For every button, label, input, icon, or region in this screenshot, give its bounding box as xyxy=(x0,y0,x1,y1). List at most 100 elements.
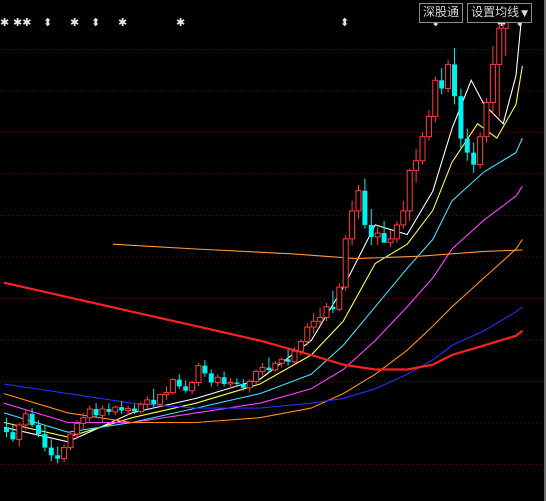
event-star-icon[interactable]: ✱ xyxy=(0,17,9,28)
candle xyxy=(183,380,189,393)
candle-body xyxy=(483,101,490,138)
kline-chart[interactable] xyxy=(0,0,546,501)
candle-body xyxy=(246,381,253,389)
candle xyxy=(477,132,484,169)
candle xyxy=(16,422,23,447)
candle-body xyxy=(29,413,35,425)
candle xyxy=(368,208,374,246)
candle-body xyxy=(16,424,23,440)
candle-body xyxy=(425,115,432,138)
candle-body xyxy=(80,417,87,424)
candle xyxy=(119,400,125,414)
candle xyxy=(163,386,170,400)
candle-body xyxy=(73,422,80,435)
candle-body xyxy=(452,64,457,97)
ma5-line xyxy=(3,7,523,443)
candle xyxy=(355,184,362,219)
candle xyxy=(349,200,356,246)
candle-body xyxy=(253,370,260,383)
candle-body xyxy=(259,367,266,372)
candle-body xyxy=(406,169,413,212)
candle xyxy=(55,446,61,464)
candle xyxy=(93,403,99,418)
shenzhen-connect-button[interactable]: 深股通 xyxy=(419,3,464,23)
candle-body xyxy=(176,379,182,387)
candle-body xyxy=(99,408,106,416)
candle-body xyxy=(4,427,9,433)
event-arrow-icon[interactable]: ⬍ xyxy=(43,17,52,28)
set-moving-average-button[interactable]: 设置均线 ▼ xyxy=(467,3,532,23)
candle xyxy=(266,357,272,372)
candle-body xyxy=(349,210,356,240)
candle-body xyxy=(400,210,407,226)
candle-body xyxy=(413,160,420,171)
candle-body xyxy=(183,386,189,391)
candle xyxy=(202,359,208,377)
candle xyxy=(246,379,253,393)
candle-body xyxy=(189,382,196,392)
candle-body xyxy=(432,79,439,117)
candle xyxy=(310,313,317,334)
candle-body xyxy=(214,376,221,384)
event-arrow-icon[interactable]: ⬍ xyxy=(340,17,349,28)
candle-body xyxy=(278,358,285,364)
candle-body xyxy=(368,224,374,237)
candle xyxy=(137,402,144,414)
candle xyxy=(10,424,16,442)
candle xyxy=(42,424,48,452)
candle-body xyxy=(496,27,503,65)
candle-body xyxy=(310,320,317,328)
candle-body xyxy=(151,399,157,405)
candle xyxy=(483,98,490,143)
candle-body xyxy=(144,399,151,405)
candle xyxy=(432,76,439,123)
candle-body xyxy=(227,382,234,385)
event-star-icon[interactable]: ✱ xyxy=(118,17,127,28)
candle xyxy=(106,403,112,416)
chevron-down-icon[interactable]: ▼ xyxy=(521,9,528,19)
candle-body xyxy=(381,233,387,243)
candle-body xyxy=(22,413,29,426)
candle-body xyxy=(266,367,272,370)
candle xyxy=(189,380,196,395)
candle-body xyxy=(291,350,298,363)
event-star-icon[interactable]: ✱ xyxy=(176,17,185,28)
candle-body xyxy=(330,306,336,310)
candle xyxy=(393,221,400,243)
candle-body xyxy=(125,408,132,411)
candle-body xyxy=(458,96,464,139)
candle-body xyxy=(169,379,176,394)
candle xyxy=(272,360,279,372)
ma30-line xyxy=(3,185,523,424)
event-arrow-icon[interactable]: ⬍ xyxy=(91,17,100,28)
candle-body xyxy=(419,136,426,162)
candle-body xyxy=(234,382,240,384)
candle xyxy=(67,432,74,450)
candle xyxy=(214,374,221,387)
candle xyxy=(86,405,93,422)
candle xyxy=(342,235,349,291)
candle-body xyxy=(336,286,343,310)
candle-body xyxy=(67,433,74,449)
candle-body xyxy=(323,306,330,318)
candle-body xyxy=(132,408,137,412)
candle-body xyxy=(202,365,208,374)
candle xyxy=(99,405,106,423)
candle-body xyxy=(221,377,227,384)
candle xyxy=(253,369,260,385)
event-star-icon[interactable]: ✱ xyxy=(70,17,79,28)
candle xyxy=(195,363,202,387)
candle xyxy=(400,200,407,229)
candle-body xyxy=(208,373,214,383)
candle-body xyxy=(387,238,394,244)
candle xyxy=(458,88,464,149)
candle-body xyxy=(374,232,381,238)
candle-body xyxy=(342,238,349,288)
candle-body xyxy=(317,316,324,322)
candle-body xyxy=(157,394,164,405)
ma20-line xyxy=(3,137,523,433)
event-star-icon[interactable]: ✱✱ xyxy=(13,17,31,28)
candle-body xyxy=(112,406,119,413)
candle xyxy=(278,357,285,368)
set-ma-label: 设置均线 xyxy=(471,5,520,19)
